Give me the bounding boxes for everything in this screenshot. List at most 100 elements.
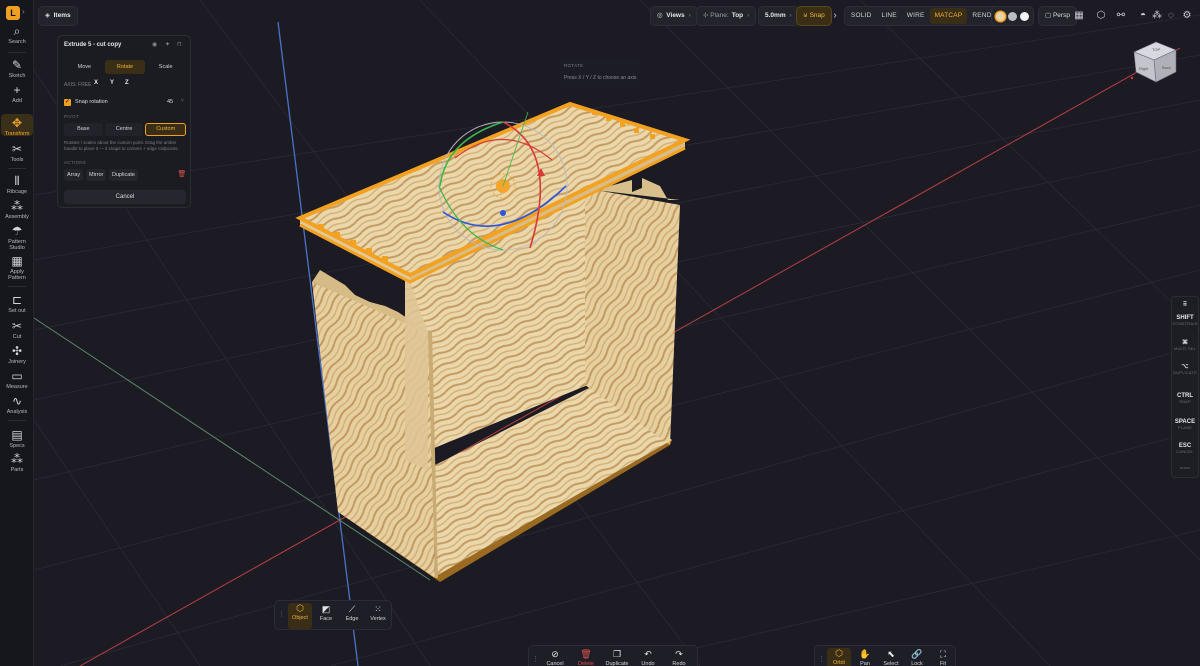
actions-row: Array Mirror Duplicate 🗑 <box>64 169 186 181</box>
shortcut-multi-sel[interactable]: ⌘ MULTI SEL <box>1172 339 1198 351</box>
vertex-button[interactable]: ⁙ Vertex <box>366 604 390 622</box>
shortcut-plane[interactable]: SPACE PLANE <box>1172 419 1198 430</box>
transform-tabs: Move Rotate Scale <box>64 60 186 74</box>
edge-button[interactable]: ⟋ Edge <box>340 604 364 622</box>
mode-wire[interactable]: WIRE <box>902 8 930 24</box>
cancel-button[interactable]: Cancel <box>64 190 186 204</box>
rail-analysis[interactable]: ∿ Analysis <box>1 394 33 415</box>
orbit-button[interactable]: ⬡ Orbit <box>827 648 851 666</box>
object-button[interactable]: ⬡ Object <box>288 603 312 629</box>
matcap-swatch-wood[interactable] <box>996 11 1005 21</box>
undo-icon: ↶ <box>644 649 652 659</box>
items-button[interactable]: ◈ Items <box>38 6 78 26</box>
delete-button[interactable]: 🗑 Delete <box>574 649 598 666</box>
duplicate-button[interactable]: Duplicate <box>109 169 138 181</box>
delete-icon[interactable]: 🗑 <box>177 169 187 181</box>
axis-z-button[interactable]: Z <box>125 80 129 86</box>
rail-label: Ribcage <box>6 189 28 195</box>
rail-parts[interactable]: ⁂ Parts <box>1 452 33 473</box>
apply-pattern-icon: ▦ <box>11 254 23 268</box>
mode-line[interactable]: LINE <box>877 8 902 24</box>
step-dropdown[interactable]: 5.0mm › <box>758 6 799 26</box>
axis-x-button[interactable]: X <box>94 80 98 86</box>
pivot-base[interactable]: Base <box>64 123 103 136</box>
rail-assembly[interactable]: ⁂ Assembly <box>1 199 33 220</box>
pan-button[interactable]: ✋ Pan <box>853 649 877 666</box>
app-window: TOP Right Back L › ⌕ Search ✎ Sketch + Add ✥ Tr… <box>0 0 1200 666</box>
transform-icon: ✥ <box>11 116 23 130</box>
shortcut-more[interactable]: more <box>1172 465 1198 470</box>
snap-options-icon[interactable]: › <box>826 6 844 26</box>
drag-handle-icon[interactable]: ⋮ <box>278 611 285 618</box>
cancel-button[interactable]: ⊘ Cancel <box>543 649 567 666</box>
rail-add[interactable]: + Add <box>1 83 33 104</box>
mode-solid[interactable]: SOLID <box>846 8 877 24</box>
pivot-centre[interactable]: Centre <box>104 123 144 136</box>
shortcut-action: CANCEL <box>1176 449 1194 454</box>
axis-y-button[interactable]: Y <box>110 80 114 86</box>
matcap-swatch-white[interactable] <box>1020 11 1029 21</box>
rail-ribcage[interactable]: ⫴ Ribcage <box>1 174 33 195</box>
cut-icon: ✂ <box>11 319 23 333</box>
mode-matcap[interactable]: MATCAP <box>929 8 968 24</box>
rail-cut[interactable]: ✂ Cut <box>1 319 33 340</box>
fit-button[interactable]: ⛶ Fit <box>931 649 955 666</box>
shortcut-duplicate[interactable]: ⌥ DUPLICATE <box>1172 363 1198 375</box>
chevron-right-icon[interactable]: › <box>22 7 25 16</box>
rail-set-out[interactable]: ⊏ Set out <box>1 293 33 314</box>
view-cube[interactable]: TOP Right Back <box>1126 36 1196 96</box>
lock-button[interactable]: 🔗 Lock <box>905 649 929 666</box>
rail-apply-pattern[interactable]: ▦ Apply Pattern <box>1 254 33 281</box>
undo-button[interactable]: ↶ Undo <box>636 649 660 666</box>
rail-transform[interactable]: ✥ Transform <box>1 114 33 137</box>
selection-mode-bar: ⋮ ⬡ Object ◩ Face ⟋ Edge ⁙ Vertex <box>274 600 392 630</box>
tab-move[interactable]: Move <box>64 60 105 74</box>
redo-button[interactable]: ↷ Redo <box>667 649 691 666</box>
drag-handle-icon[interactable]: ⋮ <box>818 656 825 663</box>
vertex-label: Vertex <box>370 616 386 622</box>
gear-icon[interactable]: ✦ <box>165 41 170 48</box>
app-logo[interactable]: L <box>6 6 20 20</box>
rail-joinery[interactable]: ✣ Joinery <box>1 344 33 365</box>
shortcut-cancel[interactable]: ESC CANCEL <box>1172 443 1198 454</box>
lock-icon[interactable]: ⊓ <box>177 41 182 48</box>
tab-scale[interactable]: Scale <box>145 60 186 74</box>
array-button[interactable]: Array <box>64 169 84 181</box>
fit-icon: ⛶ <box>939 649 947 659</box>
rail-search[interactable]: ⌕ Search <box>1 24 33 45</box>
settings-icon[interactable]: ⚙ <box>1178 6 1196 26</box>
mirror-button[interactable]: Mirror <box>86 169 107 181</box>
tab-rotate[interactable]: Rotate <box>104 60 146 74</box>
face-button[interactable]: ◩ Face <box>314 604 338 622</box>
sketch-icon: ✎ <box>11 58 23 72</box>
visibility-icon[interactable]: ◉ <box>152 41 157 48</box>
object-icon: ⬡ <box>296 603 304 613</box>
rail-specs[interactable]: ▤ Specs <box>1 428 33 449</box>
select-button[interactable]: ⬉ Select <box>879 649 903 666</box>
shortcut-snap[interactable]: CTRL SNAP <box>1172 393 1198 404</box>
grid-icon[interactable]: ▦ <box>1070 6 1088 26</box>
shortcut-⠿[interactable]: ⠿ <box>1172 301 1198 308</box>
rail-label: Parts <box>10 467 24 473</box>
drag-handle-icon[interactable]: ⋮ <box>532 656 539 663</box>
rail-measure[interactable]: ▭ Measure <box>1 369 33 390</box>
link-icon[interactable]: ⚯ <box>1112 6 1130 26</box>
snap-label: Snap <box>809 12 825 19</box>
rail-divider <box>8 52 26 53</box>
snap-rotation-value[interactable]: 45 <box>167 99 173 105</box>
shortcut-constrain[interactable]: SHIFT CONSTRAIN <box>1172 315 1198 326</box>
chevron-down-icon[interactable]: ˅ <box>181 98 184 104</box>
cube-icon[interactable]: ⬡ <box>1092 6 1110 26</box>
delete-icon: 🗑 <box>580 649 592 659</box>
pivot-custom[interactable]: Custom <box>145 123 187 136</box>
views-dropdown[interactable]: ◎ Views › <box>650 6 698 26</box>
rail-pattern-studio[interactable]: ☂ Pattern Studio <box>1 224 33 251</box>
rail-label: Cut <box>12 334 22 340</box>
matcap-swatch-grey[interactable] <box>1008 11 1017 21</box>
plane-dropdown[interactable]: ⊹ Plane: Top › <box>696 6 757 26</box>
duplicate-button[interactable]: ❐ Duplicate <box>605 649 629 666</box>
snap-rotation-checkbox[interactable]: ✓ <box>64 99 71 106</box>
rail-sketch[interactable]: ✎ Sketch <box>1 58 33 79</box>
rail-tools[interactable]: ✂ Tools <box>1 142 33 163</box>
shortcut-panel: ⠿ SHIFT CONSTRAIN ⌘ MULTI SEL ⌥ DUPLICATE CTRL S… <box>1171 296 1199 478</box>
